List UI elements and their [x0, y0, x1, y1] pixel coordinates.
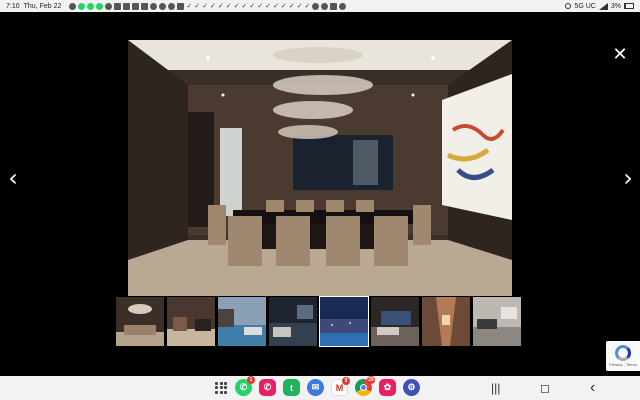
gmail-icon [123, 2, 131, 10]
recaptcha-icon [615, 345, 631, 361]
screen: 7:10 Thu, Feb 22 ✓ ✓ ✓ ✓ ✓ ✓ ✓ ✓ ✓ ✓ ✓ ✓… [0, 0, 640, 400]
recaptcha-badge[interactable]: Privacy - Terms [606, 341, 640, 371]
check-icon: ✓ [225, 2, 232, 10]
previous-image-button[interactable]: ‹ [3, 165, 23, 191]
check-icon: ✓ [210, 2, 216, 10]
notification-icon [150, 2, 158, 10]
status-right: 5G UC 3% [565, 2, 634, 10]
check-icon: ✓ [186, 2, 193, 10]
check-icon: ✓ [273, 2, 279, 10]
thumbnail-terrace-view[interactable] [269, 297, 317, 346]
battery-percent: 3% [610, 2, 621, 10]
recaptcha-terms: Privacy - Terms [609, 362, 637, 367]
phone-icon[interactable]: ✆ [259, 379, 276, 396]
network-label: 5G UC [574, 2, 596, 10]
status-date: Thu, Feb 22 [23, 2, 62, 10]
thumbnail-city-view-pool[interactable] [319, 296, 369, 347]
status-bar: 7:10 Thu, Feb 22 ✓ ✓ ✓ ✓ ✓ ✓ ✓ ✓ ✓ ✓ ✓ ✓… [0, 0, 640, 12]
settings-icon[interactable]: ⚙ [403, 379, 420, 396]
back-button[interactable]: ‹ [590, 380, 595, 396]
home-button[interactable]: ◻ [540, 380, 550, 396]
gallery-main-image[interactable] [128, 40, 512, 296]
calendar-icon [330, 2, 338, 10]
check-icon: ✓ [288, 2, 295, 10]
check-icon: ✓ [257, 2, 264, 10]
status-time: 7:10 [6, 2, 20, 10]
more-notifications-icon [339, 2, 347, 10]
battery-icon [624, 3, 634, 9]
status-left: 7:10 Thu, Feb 22 ✓ ✓ ✓ ✓ ✓ ✓ ✓ ✓ ✓ ✓ ✓ ✓… [6, 2, 347, 10]
app-drawer-icon[interactable] [214, 381, 228, 395]
notification-icon [168, 2, 176, 10]
textnow-icon [132, 2, 140, 10]
taskbar-dock: ✆ 1 ✆ t ✉ M9 29 ✿ ⚙ [214, 376, 420, 396]
check-icon: ✓ [233, 2, 240, 10]
check-icon: ✓ [249, 2, 256, 10]
android-nav-bar: ✆ 1 ✆ t ✉ M9 29 ✿ ⚙ ||| ◻ ‹ [0, 376, 640, 400]
check-icon: ✓ [265, 2, 271, 10]
check-icon: ✓ [296, 2, 303, 10]
notification-icon [69, 2, 77, 10]
notification-icon [321, 2, 329, 10]
close-gallery-button[interactable]: ✕ [611, 45, 629, 63]
whatsapp-badge: 1 [247, 376, 255, 384]
check-icon: ✓ [280, 2, 287, 10]
whatsapp-icon [78, 2, 86, 10]
check-icon: ✓ [202, 2, 208, 10]
thumbnail-hallway[interactable] [422, 297, 470, 346]
messages-icon [105, 2, 113, 10]
textnow-icon[interactable]: t [283, 379, 300, 396]
thumbnail-dining-kitchen[interactable] [167, 297, 215, 346]
google-icon [141, 2, 149, 10]
thumbnail-dining-room[interactable] [116, 297, 164, 346]
whatsapp-icon [87, 2, 95, 10]
thumbnail-living-room[interactable] [371, 297, 419, 346]
dining-room-photo [128, 40, 512, 296]
gmail-icon[interactable]: M9 [331, 377, 350, 396]
check-icon: ✓ [304, 2, 311, 10]
thumbnail-strip [116, 296, 521, 347]
thumbnail-lounge[interactable] [473, 297, 521, 346]
calendar-icon [177, 2, 185, 10]
alarm-icon [565, 3, 572, 9]
flower-icon[interactable]: ✿ [379, 379, 396, 396]
whatsapp-icon [96, 2, 104, 10]
signal-icon [598, 2, 608, 10]
next-image-button[interactable]: › [618, 165, 638, 191]
check-icon: ✓ [194, 2, 201, 10]
whatsapp-icon[interactable]: ✆ 1 [235, 376, 255, 396]
recents-button[interactable]: ||| [491, 380, 500, 396]
check-icon: ✓ [217, 2, 224, 10]
notification-icon [312, 2, 320, 10]
messages-icon[interactable]: ✉ [307, 379, 324, 396]
thumbnail-pool-deck[interactable] [218, 297, 266, 346]
chrome-icon[interactable]: 29 [355, 376, 375, 396]
check-icon: ✓ [241, 2, 248, 10]
gmail-icon [114, 2, 122, 10]
notification-icons: ✓ ✓ ✓ ✓ ✓ ✓ ✓ ✓ ✓ ✓ ✓ ✓ ✓ ✓ ✓ ✓ [69, 2, 347, 10]
pinterest-icon [159, 2, 167, 10]
chrome-badge: 29 [367, 376, 375, 384]
gmail-badge: 9 [342, 377, 350, 385]
